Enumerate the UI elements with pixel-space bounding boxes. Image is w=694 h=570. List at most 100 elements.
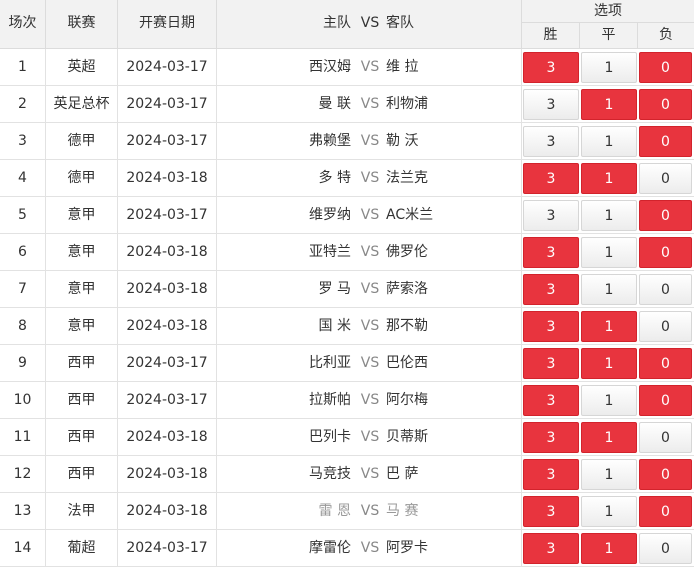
option-draw-button[interactable]: 1 (581, 385, 637, 416)
away-team: 巴伦西 (386, 355, 428, 371)
match-number: 12 (0, 456, 46, 492)
option-lose-button[interactable]: 0 (639, 237, 692, 268)
vs-label: VS (360, 392, 380, 408)
home-team: 巴列卡 (309, 429, 351, 445)
vs-label: VS (360, 170, 380, 186)
table-row: 11 西甲 2024-03-18 巴列卡 VS 贝蒂斯 3 1 0 (0, 419, 694, 456)
header-league: 联赛 (46, 0, 118, 48)
header-home: 主队 (323, 15, 351, 31)
home-team: 马竞技 (309, 466, 351, 482)
match-date: 2024-03-18 (118, 308, 217, 344)
vs-label: VS (360, 244, 380, 260)
option-lose-button[interactable]: 0 (639, 200, 692, 231)
option-win-button[interactable]: 3 (523, 385, 579, 416)
option-draw-button[interactable]: 1 (581, 126, 637, 157)
header-lose: 负 (659, 27, 673, 43)
option-lose-button[interactable]: 0 (639, 163, 692, 194)
option-win-button[interactable]: 3 (523, 163, 579, 194)
match-date: 2024-03-17 (118, 86, 217, 122)
option-lose-button[interactable]: 0 (639, 459, 692, 490)
league-name: 意甲 (46, 271, 118, 307)
league-name: 英足总杯 (46, 86, 118, 122)
option-draw-button[interactable]: 1 (581, 348, 637, 379)
option-lose-button[interactable]: 0 (639, 348, 692, 379)
league-name: 英超 (46, 49, 118, 85)
option-win-button[interactable]: 3 (523, 126, 579, 157)
option-draw-button[interactable]: 1 (581, 533, 637, 564)
option-win-button[interactable]: 3 (523, 459, 579, 490)
match-date: 2024-03-17 (118, 49, 217, 85)
vs-label: VS (360, 355, 380, 371)
away-team: 阿罗卡 (386, 540, 428, 556)
away-team: 萨索洛 (386, 281, 428, 297)
home-team: 雷 恩 (318, 503, 351, 519)
header-match: 主队 VS 客队 (217, 0, 522, 48)
table-row: 7 意甲 2024-03-18 罗 马 VS 萨索洛 3 1 0 (0, 271, 694, 308)
vs-label: VS (360, 318, 380, 334)
home-team: 西汉姆 (309, 59, 351, 75)
option-lose-button[interactable]: 0 (639, 533, 692, 564)
option-lose-button[interactable]: 0 (639, 89, 692, 120)
home-team: 弗赖堡 (309, 133, 351, 149)
match-teams: 弗赖堡 VS 勒 沃 (217, 123, 522, 159)
vs-label: VS (360, 429, 380, 445)
away-team: 维 拉 (386, 59, 419, 75)
away-team: 佛罗伦 (386, 244, 428, 260)
option-draw-button[interactable]: 1 (581, 274, 637, 305)
league-name: 德甲 (46, 160, 118, 196)
option-win-button[interactable]: 3 (523, 89, 579, 120)
option-draw-button[interactable]: 1 (581, 422, 637, 453)
match-number: 3 (0, 123, 46, 159)
option-win-button[interactable]: 3 (523, 496, 579, 527)
option-win-button[interactable]: 3 (523, 422, 579, 453)
vs-label: VS (360, 503, 380, 519)
league-name: 意甲 (46, 197, 118, 233)
vs-label: VS (360, 207, 380, 223)
option-win-button[interactable]: 3 (523, 311, 579, 342)
option-lose-button[interactable]: 0 (639, 385, 692, 416)
away-team: 阿尔梅 (386, 392, 428, 408)
away-team: 法兰克 (386, 170, 428, 186)
option-win-button[interactable]: 3 (523, 533, 579, 564)
option-draw-button[interactable]: 1 (581, 311, 637, 342)
header-away: 客队 (386, 15, 414, 31)
option-win-button[interactable]: 3 (523, 237, 579, 268)
option-draw-button[interactable]: 1 (581, 459, 637, 490)
option-draw-button[interactable]: 1 (581, 89, 637, 120)
option-win-button[interactable]: 3 (523, 348, 579, 379)
option-draw-button[interactable]: 1 (581, 52, 637, 83)
match-teams: 维罗纳 VS AC米兰 (217, 197, 522, 233)
option-draw-button[interactable]: 1 (581, 496, 637, 527)
home-team: 拉斯帕 (309, 392, 351, 408)
option-lose-button[interactable]: 0 (639, 52, 692, 83)
table-row: 13 法甲 2024-03-18 雷 恩 VS 马 赛 310 (0, 493, 694, 530)
match-teams: 雷 恩 VS 马 赛 (217, 493, 522, 529)
option-lose-button[interactable]: 0 (639, 126, 692, 157)
option-lose-button[interactable]: 0 (639, 274, 692, 305)
match-number: 9 (0, 345, 46, 381)
option-draw-button[interactable]: 1 (581, 237, 637, 268)
home-team: 亚特兰 (309, 244, 351, 260)
option-draw-button[interactable]: 1 (581, 200, 637, 231)
header-draw: 平 (580, 23, 638, 48)
option-lose-button[interactable]: 0 (639, 311, 692, 342)
match-teams: 多 特 VS 法兰克 (217, 160, 522, 196)
option-lose-button[interactable]: 0 (639, 422, 692, 453)
home-team: 罗 马 (318, 281, 351, 297)
match-number: 4 (0, 160, 46, 196)
league-name: 意甲 (46, 308, 118, 344)
vs-label: VS (360, 466, 380, 482)
option-win-button[interactable]: 3 (523, 200, 579, 231)
option-win-button[interactable]: 3 (523, 52, 579, 83)
home-team: 摩雷伦 (309, 540, 351, 556)
table-row: 4 德甲 2024-03-18 多 特 VS 法兰克 3 1 0 (0, 160, 694, 197)
option-lose-button[interactable]: 0 (639, 496, 692, 527)
match-teams: 亚特兰 VS 佛罗伦 (217, 234, 522, 270)
table-row: 9 西甲 2024-03-17 比利亚 VS 巴伦西 3 1 0 (0, 345, 694, 382)
vs-label: VS (360, 540, 380, 556)
away-team: 那不勒 (386, 318, 428, 334)
match-teams: 国 米 VS 那不勒 (217, 308, 522, 344)
option-win-button[interactable]: 3 (523, 274, 579, 305)
option-draw-button[interactable]: 1 (581, 163, 637, 194)
header-vs: VS (360, 15, 380, 31)
